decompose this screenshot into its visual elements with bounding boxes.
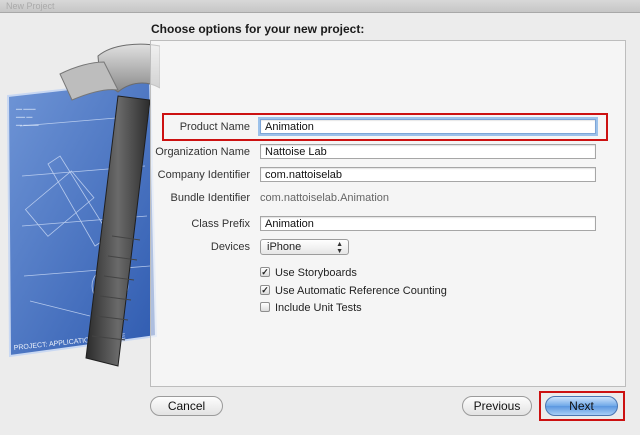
options-panel — [150, 40, 626, 387]
organization-name-field[interactable]: Nattoise Lab — [260, 144, 596, 159]
xcode-blueprint-hammer-artwork: ━━ ━━━━ ━━━ ━━ ━━ ━━━━━ PROJECT: APPLICA… — [6, 43, 160, 367]
option-row-storyboards: ✓ Use Storyboards — [150, 265, 620, 283]
cancel-button[interactable]: Cancel — [150, 396, 223, 416]
company-identifier-label: Company Identifier — [157, 169, 250, 181]
bundle-identifier-value: com.nattoiselab.Animation — [260, 192, 390, 204]
class-prefix-field[interactable]: Animation — [260, 216, 596, 231]
window-titlebar: New Project — [0, 0, 640, 13]
company-identifier-field[interactable]: com.nattoiselab — [260, 167, 596, 182]
bundle-identifier-label: Bundle Identifier — [170, 192, 251, 204]
devices-label: Devices — [210, 241, 250, 253]
option-row-unit-tests: Include Unit Tests — [150, 300, 620, 318]
next-button-highlight — [539, 391, 625, 421]
dialog-heading: Choose options for your new project: — [151, 22, 365, 36]
organization-name-label: Organization Name — [155, 146, 250, 158]
svg-text:━━ ━━━━━: ━━ ━━━━━ — [15, 123, 39, 129]
class-prefix-label: Class Prefix — [191, 218, 250, 230]
checkbox-label: Include Unit Tests — [275, 302, 362, 314]
checkbox-label: Use Automatic Reference Counting — [275, 285, 447, 297]
empty-checkbox-icon — [260, 302, 270, 312]
svg-text:━━ ━━━━: ━━ ━━━━ — [15, 107, 36, 113]
devices-popup[interactable]: iPhone ▲ ▼ — [260, 239, 349, 255]
option-row-arc: ✓ Use Automatic Reference Counting — [150, 283, 620, 301]
window-title: New Project — [6, 1, 55, 11]
svg-text:━━━ ━━: ━━━ ━━ — [15, 115, 33, 121]
checkmark-icon: ✓ — [260, 267, 270, 277]
devices-popup-value: iPhone — [267, 241, 302, 253]
checkmark-icon: ✓ — [260, 285, 270, 295]
previous-button[interactable]: Previous — [462, 396, 532, 416]
checkbox-label: Use Storyboards — [275, 267, 357, 279]
popup-arrows-icon: ▲ ▼ — [336, 241, 343, 255]
product-name-highlight — [162, 113, 608, 141]
